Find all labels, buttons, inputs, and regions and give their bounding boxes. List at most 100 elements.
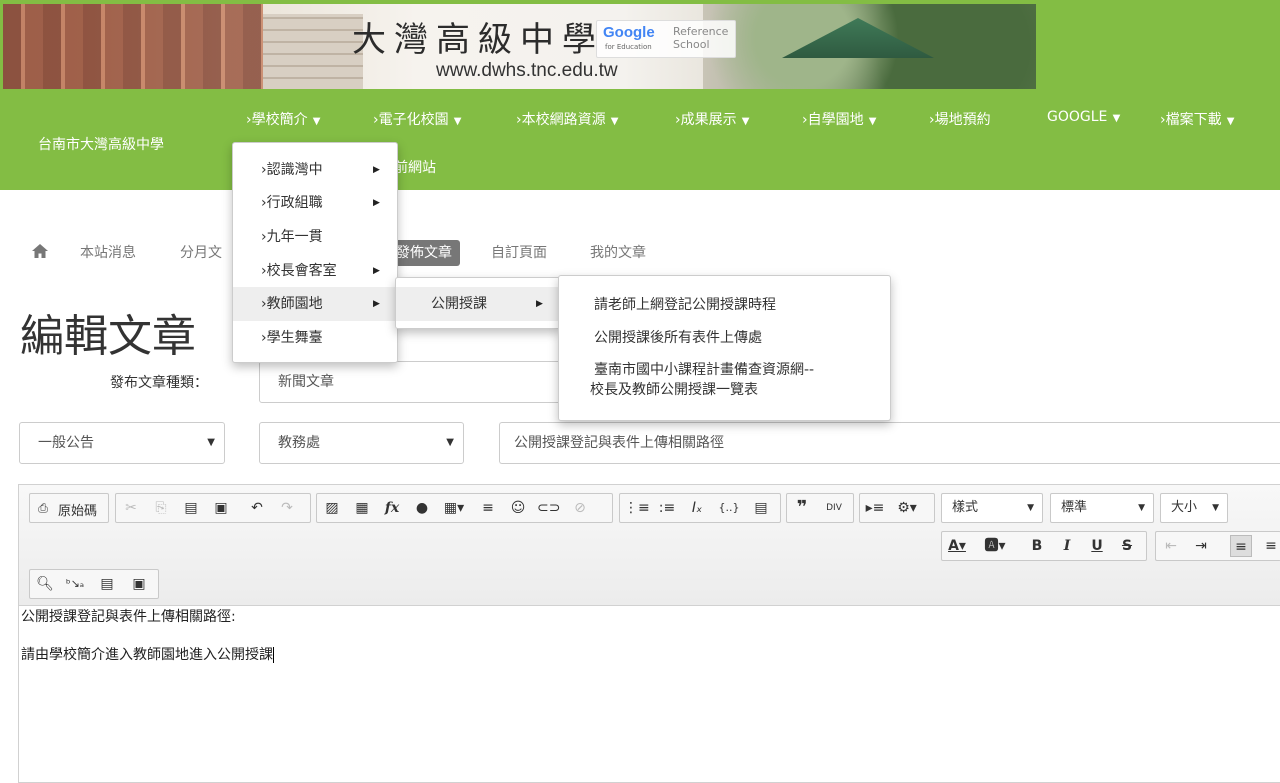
tab-monthly-articles[interactable]: 分月文 — [180, 240, 222, 266]
teacher-garden-submenu: 公開授課 ▶ — [395, 277, 561, 329]
school-name-logo: 大灣高級中學 — [352, 20, 604, 60]
menu-item-principal-room[interactable]: ›校長會客室 ▶ — [233, 254, 397, 288]
caret-down-icon: ▼ — [607, 116, 619, 127]
maximize-icon[interactable]: ▣ — [128, 573, 150, 595]
department-select[interactable]: 教務處 ▼ — [259, 422, 464, 464]
formula-icon[interactable]: fx — [381, 497, 403, 519]
align-left-icon[interactable]: ≡ — [1230, 535, 1252, 557]
menu-item-tainan-curriculum-resource[interactable]: 臺南市國中小課程計畫備查資源網-- 校長及教師公開授課一覽表 — [559, 360, 890, 406]
menu-item-open-lesson[interactable]: 公開授課 ▶ — [396, 287, 560, 321]
format-combo[interactable]: 標準 ▼ — [1050, 493, 1154, 523]
article-type-field[interactable]: 新聞文章 — [259, 361, 579, 403]
flash-icon[interactable]: ▦ — [351, 497, 373, 519]
select-arrow-icon: ▼ — [446, 437, 454, 448]
text-color-icon[interactable]: A▾ — [946, 535, 968, 557]
nav-item-file-download[interactable]: ›檔案下載 ▼ — [1160, 109, 1234, 129]
find-icon[interactable]: 🔍︎ — [34, 573, 56, 595]
image-icon[interactable]: ▨ — [321, 497, 343, 519]
menu-item-register-open-lesson[interactable]: 請老師上網登記公開授課時程 — [559, 288, 890, 322]
underline-icon[interactable]: U — [1086, 535, 1108, 557]
caret-down-icon: ▼ — [738, 116, 750, 127]
list-group: ⋮≡ :≡ Iₓ {..} ▤ — [619, 493, 781, 523]
badge-for-education-text: for Education — [605, 43, 652, 51]
content-paragraph: 請由學校簡介進入教師園地進入公開授課 — [21, 647, 274, 663]
google-reference-school-badge: Google for Education Reference School — [596, 20, 736, 58]
nav-item-venue-booking[interactable]: ›場地預約 — [929, 109, 991, 129]
background-color-icon[interactable]: 🅰▾ — [984, 535, 1006, 557]
replace-icon[interactable]: ᵇ↘ₐ — [64, 573, 86, 595]
caret-down-icon: ▼ — [450, 116, 462, 127]
editor-toolbar: ⎙ 原始碼 ✂ ⎘ ▤ ▣ ↶ ↷ ▨ ▦ fx ● ▦▾ ≡ ☺ ⊂⊃ ⊘ ⋮… — [19, 485, 1280, 606]
caret-down-icon: ▼ — [1109, 113, 1121, 124]
nav-item-network-resources[interactable]: ›本校網路資源 ▼ — [516, 109, 618, 129]
code-snippet-icon[interactable]: {..} — [718, 497, 740, 519]
blockquote-icon[interactable]: ❞ — [791, 497, 813, 519]
paste-icon[interactable]: ▤ — [180, 497, 202, 519]
text-style-group: A▾ 🅰▾ B I U S — [941, 531, 1147, 561]
undo-icon[interactable]: ↶ — [246, 497, 268, 519]
chevron-down-icon: ▼ — [1212, 503, 1219, 513]
source-icon: ⎙ — [38, 501, 48, 515]
table-icon[interactable]: ▦▾ — [443, 497, 465, 519]
indent-icon[interactable]: ⇥ — [1190, 535, 1212, 557]
bullet-list-icon[interactable]: :≡ — [656, 497, 678, 519]
copy-icon[interactable]: ⎘ — [150, 497, 172, 519]
div-container-icon[interactable]: DIV — [823, 497, 845, 519]
settings-gear-icon[interactable]: ⚙▾ — [896, 497, 918, 519]
show-blocks-icon[interactable]: ▸≡ — [864, 497, 886, 519]
announcement-type-select[interactable]: 一般公告 ▼ — [19, 422, 225, 464]
tab-publish-article[interactable]: 發佈文章 — [388, 240, 460, 266]
insert-group: ▨ ▦ fx ● ▦▾ ≡ ☺ ⊂⊃ ⊘ — [316, 493, 613, 523]
redo-icon[interactable]: ↷ — [276, 497, 298, 519]
caret-down-icon: ▼ — [1223, 116, 1235, 127]
select-all-icon[interactable]: ▤ — [96, 573, 118, 595]
nav-item-google[interactable]: GOOGLE ▼ — [1047, 109, 1120, 125]
article-title-input[interactable]: 公開授課登記與表件上傳相關路徑 — [499, 422, 1280, 464]
styles-combo[interactable]: 樣式 ▼ — [941, 493, 1043, 523]
banner-building-photo-2 — [263, 14, 363, 89]
font-size-combo[interactable]: 大小 ▼ — [1160, 493, 1228, 523]
remove-format-icon[interactable]: Iₓ — [686, 497, 708, 519]
menu-item-student-stage[interactable]: ›學生舞臺 — [233, 321, 397, 355]
source-button[interactable]: ⎙ 原始碼 — [29, 493, 109, 523]
navbar-brand[interactable]: 台南市大灣高級中學 — [38, 134, 164, 154]
bold-icon[interactable]: B — [1026, 535, 1048, 557]
nav-item-achievements[interactable]: ›成果展示 ▼ — [675, 109, 749, 129]
nav-item-previous-site[interactable]: 前網站 — [394, 157, 436, 177]
numbered-list-icon[interactable]: ⋮≡ — [624, 497, 650, 519]
page-title: 編輯文章 — [20, 311, 196, 362]
banner-building-photo — [3, 4, 263, 89]
chevron-down-icon: ▼ — [1138, 503, 1145, 513]
italic-icon[interactable]: I — [1056, 535, 1078, 557]
school-intro-dropdown: ›認識灣中 ▶ ›行政組職 ▶ ›九年一貫 ›校長會客室 ▶ ›教師園地 ▶ ›學生舞臺 — [232, 142, 398, 363]
unlink-icon[interactable]: ⊘ — [569, 497, 591, 519]
tab-site-news[interactable]: 本站消息 — [80, 240, 136, 266]
menu-item-nine-year[interactable]: ›九年一貫 — [233, 220, 397, 254]
menu-item-admin-org[interactable]: ›行政組職 ▶ — [233, 186, 397, 220]
tab-custom-pages[interactable]: 自訂頁面 — [491, 240, 547, 266]
special-icon[interactable]: ● — [411, 497, 433, 519]
cut-icon[interactable]: ✂ — [120, 497, 142, 519]
outdent-icon[interactable]: ⇤ — [1160, 535, 1182, 557]
editor-content[interactable]: 公開授課登記與表件上傳相關路徑: 請由學校簡介進入教師園地進入公開授課 — [21, 607, 274, 683]
strikethrough-icon[interactable]: S — [1116, 535, 1138, 557]
horizontal-rule-icon[interactable]: ≡ — [477, 497, 499, 519]
find-group: 🔍︎ ᵇ↘ₐ ▤ ▣ — [29, 569, 159, 599]
paste-text-icon[interactable]: ▣ — [210, 497, 232, 519]
school-url: www.dwhs.tnc.edu.tw — [436, 60, 618, 81]
menu-item-upload-forms[interactable]: 公開授課後所有表件上傳處 — [559, 321, 890, 355]
tools-group: ▸≡ ⚙▾ — [859, 493, 935, 523]
home-icon[interactable] — [32, 244, 48, 258]
align-center-icon[interactable]: ≡ — [1260, 535, 1280, 557]
template-icon[interactable]: ▤ — [750, 497, 772, 519]
select-arrow-icon: ▼ — [207, 437, 215, 448]
menu-item-teacher-garden[interactable]: ›教師園地 ▶ — [233, 287, 397, 321]
menu-item-know-school[interactable]: ›認識灣中 ▶ — [233, 153, 397, 187]
nav-item-school-intro[interactable]: ›學校簡介 ▼ — [246, 109, 320, 129]
nav-item-self-learning[interactable]: ›自學園地 ▼ — [802, 109, 876, 129]
tab-my-articles[interactable]: 我的文章 — [590, 240, 646, 266]
submenu-arrow-icon: ▶ — [373, 198, 380, 208]
nav-item-e-campus[interactable]: ›電子化校園 ▼ — [373, 109, 461, 129]
link-icon[interactable]: ⊂⊃ — [537, 497, 560, 519]
smiley-icon[interactable]: ☺ — [507, 497, 529, 519]
